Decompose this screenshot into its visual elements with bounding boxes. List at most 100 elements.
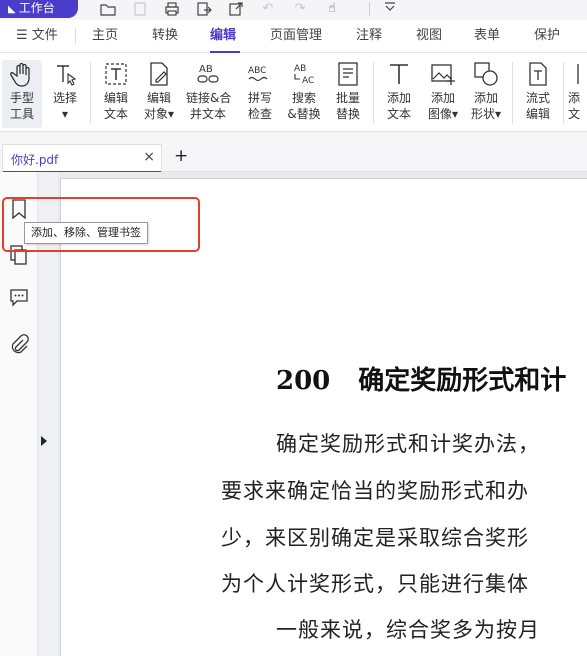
ribbon-divider — [90, 62, 91, 124]
undo-icon[interactable]: ↶ — [260, 2, 276, 18]
add-image-button[interactable]: 添加 图像▾ — [421, 60, 465, 128]
tool-label-line1: 添加 — [473, 91, 498, 105]
tool-label-line1: 添 — [568, 91, 581, 105]
tool-label-line1: 流式 — [525, 91, 550, 105]
quick-access-bar: ◣ 工作台 ↶ ↷ ☝ — [0, 0, 587, 20]
document-tab-bar: 你好.pdf × + — [0, 132, 587, 173]
edit-object-button[interactable]: 编辑 对象▾ — [137, 60, 181, 128]
hamburger-icon: ☰ — [16, 28, 28, 43]
tab-view[interactable]: 视图 — [416, 28, 442, 44]
search-replace-button[interactable]: AB AC 搜索 &替换 — [282, 60, 326, 128]
workspace-button[interactable]: ◣ 工作台 — [0, 0, 78, 18]
expand-arrow-icon — [41, 436, 47, 446]
tool-label-line1: 搜索 — [291, 91, 316, 105]
flow-edit-icon — [529, 62, 547, 86]
new-tab-button[interactable]: + — [174, 146, 188, 166]
document-text-line: 少，来区别确定是采取综合奖形 — [221, 526, 529, 550]
tool-label-line1: 选择 — [52, 91, 77, 105]
tab-edit[interactable]: 编辑 — [210, 28, 236, 44]
tool-label-line1: 编辑 — [103, 91, 128, 105]
tool-label-line2: 图像▾ — [427, 107, 459, 121]
batch-replace-button[interactable]: 批量 替换 — [326, 60, 370, 128]
export-icon[interactable] — [196, 2, 212, 18]
add-more-icon — [577, 64, 579, 84]
document-heading: 200 确定奖励形式和计 — [276, 360, 566, 397]
tool-label-line2: 文本 — [386, 107, 411, 121]
select-tool-button[interactable]: 选择 ▾ — [43, 60, 87, 128]
quick-access-more-icon[interactable] — [384, 0, 396, 18]
tool-label-line1: 链接&合 — [186, 91, 232, 105]
tool-label-line2: 形状▾ — [470, 107, 502, 121]
document-text-line: 要求来确定恰当的奖励形式和办 — [221, 479, 529, 503]
tool-label-line1: 拼写 — [247, 91, 272, 105]
tab-form[interactable]: 表单 — [474, 28, 500, 44]
select-cursor-icon — [57, 65, 77, 86]
spell-check-button[interactable]: ABC 拼写 检查 — [238, 60, 282, 128]
select-dropdown-caret: ▾ — [61, 107, 69, 121]
tab-comment[interactable]: 注释 — [356, 28, 382, 44]
open-folder-icon[interactable] — [100, 2, 116, 18]
tool-label-line2: 文本 — [103, 107, 128, 121]
annotation-highlight-box — [2, 197, 200, 252]
print-icon[interactable] — [164, 2, 180, 18]
save-icon[interactable] — [132, 2, 148, 18]
add-text-icon — [390, 64, 408, 84]
ribbon-divider — [373, 62, 374, 124]
search-replace-icon: AB AC — [294, 64, 314, 86]
heading-title: 确定奖励形式和计 — [358, 366, 567, 396]
quick-access-divider — [369, 2, 370, 16]
add-more-button[interactable]: 添 文 — [568, 60, 587, 128]
document-tab[interactable]: 你好.pdf × — [2, 144, 162, 173]
add-image-icon — [431, 64, 455, 85]
add-text-button[interactable]: 添加 文本 — [377, 60, 421, 128]
tab-page-management[interactable]: 页面管理 — [270, 28, 322, 44]
tool-label-line1: 手型 — [9, 91, 34, 105]
workspace-icon: ◣ — [8, 4, 16, 15]
comments-icon[interactable] — [8, 286, 30, 308]
flow-edit-button[interactable]: 流式 编辑 — [516, 60, 560, 128]
file-menu[interactable]: ☰ 文件 — [16, 28, 58, 44]
ribbon-divider — [563, 62, 564, 124]
document-text-line: 确定奖励形式和计奖办法， — [276, 432, 540, 456]
tool-label-line2: 并文本 — [189, 107, 226, 121]
svg-text:ABC: ABC — [248, 66, 266, 76]
active-tab-indicator — [210, 51, 240, 53]
svg-text:AC: AC — [302, 76, 314, 86]
tab-home[interactable]: 主页 — [92, 28, 118, 44]
edit-text-icon — [105, 63, 127, 85]
heading-number: 200 — [276, 366, 331, 396]
tool-label-line2: 编辑 — [525, 107, 550, 121]
file-menu-label: 文件 — [31, 28, 58, 43]
tab-protect[interactable]: 保护 — [534, 28, 560, 44]
document-text-line: 为个人计奖形式，只能进行集体 — [221, 572, 529, 596]
share-icon[interactable] — [228, 2, 244, 18]
close-tab-icon[interactable]: × — [143, 149, 155, 165]
ribbon-divider — [512, 62, 513, 124]
document-text-line: 一般来说，综合奖多为按月 — [276, 618, 540, 642]
svg-text:AB: AB — [199, 64, 213, 75]
workspace-label: 工作台 — [18, 1, 55, 15]
hand-tool-button[interactable]: 手型 工具 — [2, 60, 42, 128]
edit-ribbon: 手型 工具 选择 ▾ 编辑 文本 编辑 对象▾ AB 链接&合 并文本 ABC … — [0, 54, 587, 132]
add-shape-button[interactable]: 添加 形状▾ — [464, 60, 508, 128]
menu-bar: ☰ 文件 主页 转换 编辑 页面管理 注释 视图 表单 保护 — [0, 20, 587, 53]
tool-label-line1: 批量 — [335, 91, 360, 105]
redo-icon[interactable]: ↷ — [292, 2, 308, 18]
link-merge-text-icon: AB — [197, 64, 219, 83]
edit-object-icon — [150, 62, 168, 86]
tool-label-line2: 文 — [568, 107, 581, 121]
hand-mode-dropdown-icon[interactable]: ☝ — [324, 2, 340, 18]
tab-convert[interactable]: 转换 — [152, 28, 178, 44]
tool-label-line2: 检查 — [247, 107, 272, 121]
tool-label-line1: 编辑 — [146, 91, 171, 105]
tool-label-line1: 添加 — [430, 91, 455, 105]
batch-replace-icon — [338, 62, 358, 86]
edit-text-button[interactable]: 编辑 文本 — [94, 60, 138, 128]
hand-icon — [10, 62, 30, 87]
spell-check-icon: ABC — [248, 66, 268, 82]
tool-label-line2: &替换 — [287, 107, 321, 121]
add-shape-icon — [474, 62, 498, 86]
tool-label-line2: 替换 — [335, 107, 360, 121]
attachment-icon[interactable] — [8, 334, 30, 356]
link-merge-text-button[interactable]: AB 链接&合 并文本 — [186, 60, 232, 128]
